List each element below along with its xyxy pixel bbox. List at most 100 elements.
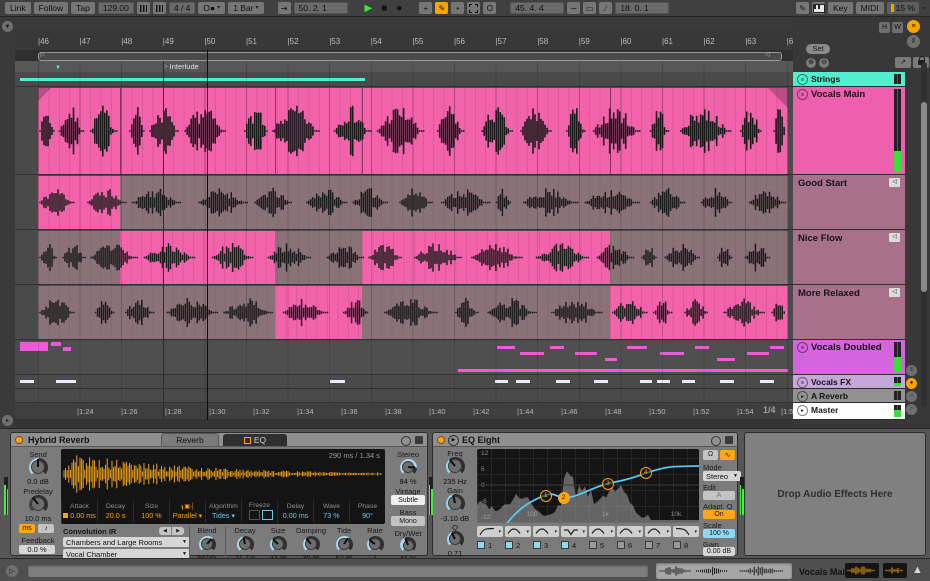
save-preset-icon[interactable] (415, 436, 423, 444)
overview-section-toggle[interactable]: ≡ (906, 365, 917, 376)
band-3-checkbox[interactable] (533, 541, 541, 549)
take-audition-button[interactable]: ◁ (889, 178, 900, 187)
track-lane-nice-flow[interactable] (15, 230, 793, 285)
tab-eq[interactable]: EQ (223, 434, 287, 446)
band-8-filter-select[interactable]: ▾ (673, 526, 699, 537)
loop-brace-strip[interactable]: ▷ ◁ (15, 50, 793, 61)
take-lanes-icon[interactable]: ≡ (797, 377, 808, 388)
band-5-filter-select[interactable]: ▾ (589, 526, 615, 537)
track-header-nice-flow[interactable]: Nice Flow ◁ (793, 230, 905, 284)
device-drop-zone[interactable]: Drop Audio Effects Here (744, 432, 926, 556)
loop-start-field[interactable]: 45. 4. 4 (510, 2, 565, 14)
eq-band-handle-4[interactable]: 4 (639, 466, 652, 479)
band-2-enable[interactable]: 2 (505, 540, 531, 550)
take-lanes-icon[interactable]: ≡ (797, 342, 808, 353)
band-1-enable[interactable]: 1 (477, 540, 503, 550)
ir-category-select[interactable]: Chambers and Large Rooms ▼ (63, 537, 190, 547)
midi-note-block[interactable] (63, 347, 71, 351)
back-to-arrangement-button[interactable]: ▸ (2, 415, 13, 426)
fx-clip-dash[interactable] (720, 380, 734, 383)
loop-brace[interactable] (38, 52, 782, 61)
param-wave[interactable]: Wave 73 % (313, 499, 349, 523)
show-curve-button[interactable]: ∿ (720, 450, 735, 460)
track-lane-vocals-main[interactable] (15, 87, 793, 175)
band-3-enable[interactable]: 3 (533, 540, 559, 550)
midi-note[interactable] (660, 352, 684, 355)
map-mode-icon[interactable] (401, 436, 411, 446)
track-header-vocals-main[interactable]: ≡ Vocals Main (793, 87, 905, 174)
track-lane-good-start[interactable] (15, 175, 793, 230)
locator-interlude[interactable]: ▷ Interlude (163, 61, 199, 72)
zoom-height-button[interactable]: H (879, 22, 890, 33)
take-audition-button[interactable]: ◁ (889, 288, 900, 297)
fx-clip-dash[interactable] (330, 380, 345, 383)
gain-knob[interactable] (445, 493, 465, 513)
tap-tempo-button[interactable]: Tap (71, 2, 95, 14)
overview-toggle-button[interactable]: ≡ (907, 20, 920, 33)
play-button[interactable]: ▶ (362, 3, 376, 14)
automation-reenable-button[interactable]: ∼ (567, 2, 581, 14)
mode-select[interactable]: Stereo ▼ (703, 471, 741, 481)
stereo-knob[interactable] (399, 458, 417, 476)
drywet-knob[interactable] (400, 537, 416, 553)
fade-out-handle[interactable] (768, 88, 788, 108)
edit-ab-button[interactable]: A (703, 491, 735, 500)
ms-unit-button[interactable]: ms (19, 524, 35, 533)
track-lane-more-relaxed[interactable] (15, 285, 793, 340)
track-lane-strings[interactable] (15, 72, 793, 87)
adaptq-button[interactable]: On (703, 510, 735, 519)
output-gain-field[interactable]: 0.00 dB (703, 547, 735, 556)
param-phase[interactable]: Phase 90° (349, 499, 385, 523)
feedback-value-field[interactable]: 0.0 % (19, 545, 55, 554)
vocals-main-clip[interactable] (38, 88, 788, 174)
fx-clip-dash[interactable] (56, 380, 76, 383)
bass-mono-select[interactable]: Mono (391, 516, 425, 526)
midi-note[interactable] (550, 346, 564, 349)
returns-section-toggle[interactable]: ○ (906, 391, 917, 402)
device-title-bar[interactable]: ▶ EQ Eight (433, 433, 737, 447)
hide-overview-button[interactable]: ▼ (2, 21, 13, 32)
band-4-enable[interactable]: 4 (561, 540, 587, 550)
freeze-button[interactable] (261, 510, 273, 520)
band-6-filter-select[interactable]: ▾ (617, 526, 643, 537)
device-activator-led[interactable] (437, 435, 445, 444)
track-header-vocals-fx[interactable]: ≡ Vocals FX (793, 375, 905, 388)
set-locator-button[interactable]: Set (806, 44, 830, 54)
param-delay[interactable]: Delay 0.00 ms (277, 499, 313, 523)
record-button[interactable]: ● (393, 3, 405, 14)
midi-note[interactable] (605, 358, 617, 361)
eq-band-handle-1[interactable]: 1 (539, 489, 552, 502)
fx-clip-dash[interactable] (516, 380, 530, 383)
midi-note[interactable] (627, 346, 647, 349)
take-lanes-icon[interactable]: ≡ (797, 74, 808, 85)
tide-knob[interactable] (335, 535, 353, 553)
vintage-select[interactable]: Subtle (391, 495, 425, 505)
band-4-filter-select[interactable]: ▾ (561, 526, 587, 537)
fx-clip-dash[interactable] (760, 380, 774, 383)
band-6-checkbox[interactable] (617, 541, 625, 549)
band-3-filter-select[interactable]: ▾ (533, 526, 559, 537)
track-lane-master[interactable]: |1:24 |1:26 |1:28 |1:30 |1:32 |1:34 |1:36 |1:38… (15, 403, 793, 420)
band-2-filter-select[interactable]: ▾ (505, 526, 531, 537)
midi-note[interactable] (770, 346, 784, 349)
take-lane-region[interactable] (38, 176, 788, 229)
scrollbar-thumb[interactable] (921, 102, 927, 292)
band-7-filter-select[interactable]: ▾ (645, 526, 671, 537)
param-freeze[interactable]: Freeze (241, 499, 277, 523)
fade-in-handle[interactable] (38, 88, 51, 101)
key-map-button[interactable]: Key (828, 2, 853, 14)
eq-graph[interactable]: 1260-6-121001k10k1234 (477, 449, 699, 523)
follow-arrange-button[interactable]: ↗ (895, 57, 911, 68)
take-lanes-icon[interactable]: ≡ (797, 89, 808, 100)
take-lane-region[interactable] (38, 286, 788, 339)
track-header-a-reverb[interactable]: ▸ A Reverb (793, 389, 905, 402)
stop-button[interactable]: ■ (378, 3, 390, 14)
bar-ruler[interactable]: |46 |47 |48 |49 |50 |51 |52 |53 |54 |55 |56 |57 |58 |… (15, 30, 793, 51)
midi-note[interactable] (695, 346, 709, 349)
nudge-down-button[interactable] (136, 2, 150, 14)
send-knob[interactable] (28, 457, 48, 477)
clip-overview-strip[interactable] (656, 563, 792, 579)
band-6-enable[interactable]: 6 (617, 540, 643, 550)
next-locator-button[interactable]: ⊖ (819, 58, 829, 68)
size-knob[interactable] (269, 535, 287, 553)
